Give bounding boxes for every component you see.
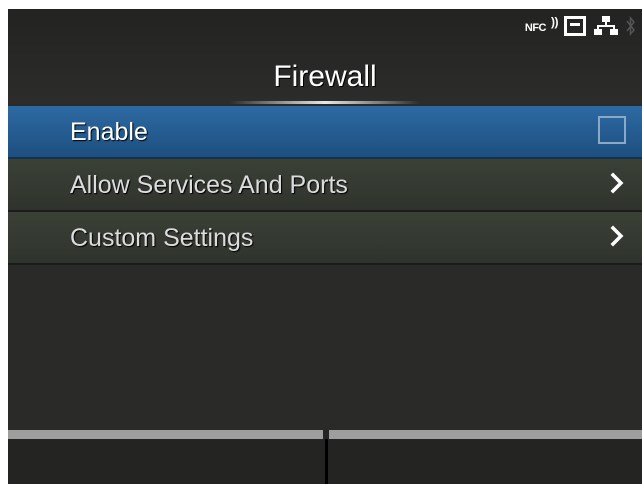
menu-item-label: Allow Services And Ports <box>70 171 348 199</box>
softkey-divider <box>325 439 328 484</box>
bluetooth-icon <box>626 15 636 42</box>
settings-menu: Enable Allow Services And Ports Custom S… <box>8 106 642 265</box>
menu-item-label: Enable <box>70 118 148 146</box>
wired-network-icon <box>594 15 618 42</box>
title-underline <box>230 101 420 104</box>
menu-item-allow-services-and-ports[interactable]: Allow Services And Ports <box>8 159 642 212</box>
chevron-right-icon <box>610 168 624 203</box>
softkey-left[interactable] <box>8 430 323 439</box>
enable-checkbox[interactable] <box>598 116 626 144</box>
page-title: Firewall <box>273 60 377 93</box>
chevron-right-icon <box>610 221 624 256</box>
printer-screen: NFC)) Firewall Enable Allow Services And… <box>8 9 642 484</box>
status-icons: NFC)) <box>525 15 636 41</box>
menu-item-enable[interactable]: Enable <box>8 106 642 159</box>
nfc-icon: NFC)) <box>524 15 559 34</box>
sd-card-icon <box>564 15 586 41</box>
softkey-right[interactable] <box>329 430 642 439</box>
menu-item-custom-settings[interactable]: Custom Settings <box>8 212 642 265</box>
menu-item-label: Custom Settings <box>70 224 254 252</box>
